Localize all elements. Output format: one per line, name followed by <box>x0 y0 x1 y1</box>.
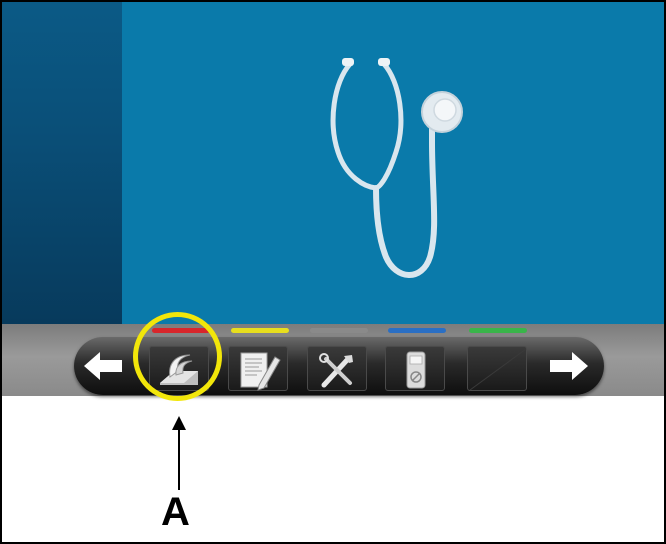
indicator-gray <box>310 328 368 333</box>
stethoscope-icon <box>330 58 463 278</box>
arrow-left-icon[interactable] <box>78 346 130 386</box>
indicator-green <box>469 328 527 333</box>
blank-button[interactable] <box>467 346 527 391</box>
indicator-yellow <box>231 328 289 333</box>
figure-frame: A <box>0 0 666 544</box>
device-remote-icon <box>406 351 426 389</box>
side-panel <box>2 2 122 324</box>
document-button[interactable] <box>228 346 288 391</box>
device-screen <box>2 2 664 324</box>
arrow-right-icon[interactable] <box>542 346 594 386</box>
tools-button[interactable] <box>307 346 367 391</box>
tools-icon <box>319 353 353 388</box>
indicator-blue <box>388 328 446 333</box>
document-pencil-icon <box>240 352 281 391</box>
highlight-circle <box>133 312 222 401</box>
pointer-arrow <box>172 416 186 490</box>
blank-icon <box>469 348 527 391</box>
device-button[interactable] <box>385 346 445 391</box>
callout-label: A <box>161 490 190 534</box>
